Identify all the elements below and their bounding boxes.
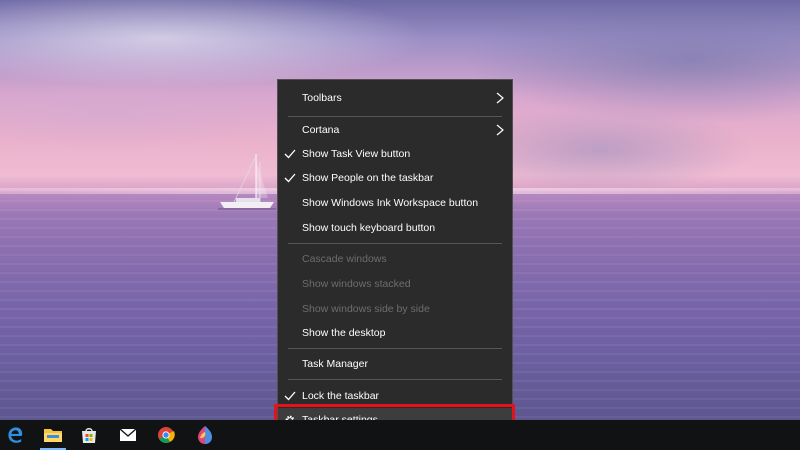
- paint3d-icon[interactable]: [194, 424, 216, 446]
- menu-item-show-people[interactable]: Show People on the taskbar: [278, 166, 512, 190]
- menu-separator: [288, 243, 502, 244]
- sailboat-image: [218, 154, 276, 210]
- checkmark-icon: [284, 149, 296, 159]
- checkmark-icon: [284, 173, 296, 183]
- menu-item-task-manager[interactable]: Task Manager: [278, 352, 512, 376]
- chevron-right-icon: [496, 92, 504, 104]
- menu-item-label: Show Task View button: [302, 148, 411, 160]
- menu-item-cascade-windows: Cascade windows: [278, 247, 512, 271]
- chevron-right-icon: [496, 124, 504, 136]
- menu-item-label: Lock the taskbar: [302, 390, 380, 402]
- menu-item-show-task-view-button[interactable]: Show Task View button: [278, 142, 512, 166]
- menu-item-cortana[interactable]: Cortana: [278, 118, 512, 142]
- store-icon[interactable]: [78, 424, 100, 446]
- menu-item-label: Show windows stacked: [302, 278, 411, 290]
- menu-item-label: Show Windows Ink Workspace button: [302, 197, 479, 209]
- menu-item-show-touch-keyboard[interactable]: Show touch keyboard button: [278, 216, 512, 240]
- menu-separator: [288, 348, 502, 349]
- taskbar: [0, 420, 800, 450]
- menu-item-show-windows-stacked: Show windows stacked: [278, 272, 512, 296]
- menu-item-label: Show windows side by side: [302, 303, 430, 315]
- mail-icon[interactable]: [117, 424, 139, 446]
- menu-item-label: Task Manager: [302, 358, 368, 370]
- file-explorer-icon[interactable]: [42, 424, 64, 446]
- menu-item-label: Show the desktop: [302, 327, 386, 339]
- menu-separator: [288, 116, 502, 117]
- menu-item-show-windows-ink[interactable]: Show Windows Ink Workspace button: [278, 191, 512, 215]
- menu-item-label: Show People on the taskbar: [302, 172, 434, 184]
- chrome-icon[interactable]: [155, 424, 177, 446]
- menu-item-show-windows-side-by-side: Show windows side by side: [278, 297, 512, 321]
- menu-item-label: Cortana: [302, 124, 340, 136]
- menu-item-label: Cascade windows: [302, 253, 387, 265]
- menu-item-label: Toolbars: [302, 92, 342, 104]
- menu-item-show-the-desktop[interactable]: Show the desktop: [278, 321, 512, 345]
- menu-separator: [288, 379, 502, 380]
- taskbar-context-menu: Toolbars Cortana Show Task View button S…: [277, 79, 513, 437]
- menu-item-label: Show touch keyboard button: [302, 222, 436, 234]
- edge-icon[interactable]: [4, 424, 26, 446]
- menu-item-toolbars[interactable]: Toolbars: [278, 86, 512, 110]
- checkmark-icon: [284, 391, 296, 401]
